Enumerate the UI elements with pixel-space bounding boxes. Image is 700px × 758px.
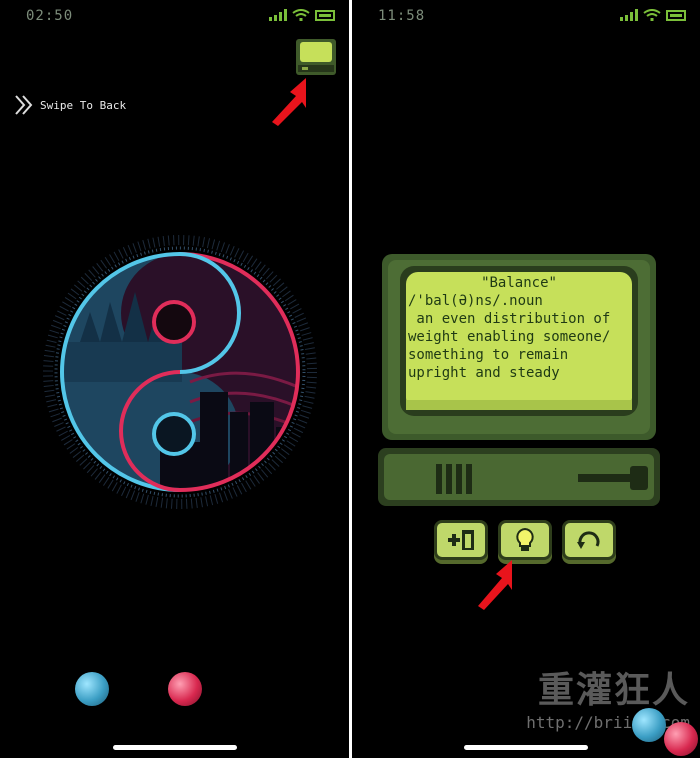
home-indicator[interactable]: [464, 745, 588, 750]
definition-line: something to remain: [408, 347, 569, 363]
right-screen: 11:58 "Balance" /'bal(Ə)ns/.noun an even…: [352, 0, 700, 758]
swipe-back-button[interactable]: Swipe To Back: [14, 94, 126, 116]
battery-icon: [315, 10, 335, 21]
double-chevron-right-icon: [15, 95, 33, 115]
hint-button[interactable]: [498, 520, 552, 560]
action-buttons: [434, 520, 616, 560]
status-time: 11:58: [378, 8, 426, 24]
definition-line: upright and steady: [408, 365, 560, 381]
watermark-text: 重灌狂人: [537, 669, 690, 711]
blue-orb[interactable]: [632, 708, 666, 742]
status-icons: [269, 9, 335, 21]
refresh-icon: [577, 531, 600, 549]
computer-icon[interactable]: [295, 38, 337, 76]
red-arrow-pointer: [272, 78, 306, 126]
definition-title: "Balance": [481, 275, 557, 291]
wifi-icon: [292, 9, 310, 21]
definition-line: an even distribution of: [408, 311, 611, 327]
wifi-icon: [643, 9, 661, 21]
lightbulb-icon: [516, 527, 534, 551]
red-orb[interactable]: [168, 672, 202, 706]
signal-icon: [620, 9, 638, 21]
red-orb[interactable]: [664, 722, 698, 756]
add-icon: [448, 530, 474, 550]
crt-screen: "Balance" /'bal(Ə)ns/.noun an even distr…: [408, 274, 630, 394]
add-button[interactable]: [434, 520, 488, 560]
status-icons: [620, 9, 686, 21]
left-screen: 02:50 Swipe To Back: [0, 0, 349, 758]
retro-computer: "Balance" /'bal(Ə)ns/.noun an even distr…: [378, 250, 660, 508]
status-time: 02:50: [26, 8, 74, 24]
refresh-button[interactable]: [562, 520, 616, 560]
signal-icon: [269, 9, 287, 21]
yin-yang-artwork: [43, 235, 317, 509]
definition-line: /'bal(Ə)ns/.noun: [408, 293, 543, 309]
swipe-back-label: Swipe To Back: [40, 98, 127, 112]
battery-icon: [666, 10, 686, 21]
home-indicator[interactable]: [113, 745, 237, 750]
blue-orb[interactable]: [75, 672, 109, 706]
definition-line: weight enabling someone/: [408, 329, 611, 345]
red-arrow-pointer: [478, 560, 512, 610]
